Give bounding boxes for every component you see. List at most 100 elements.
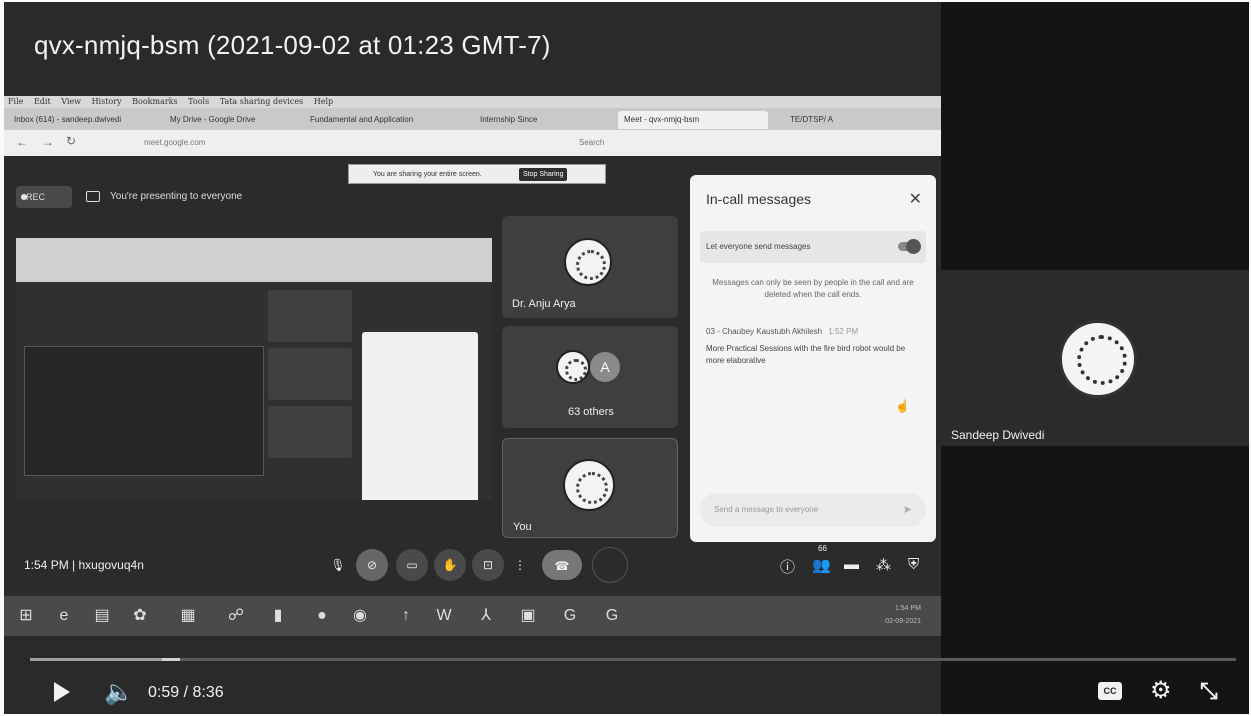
progress-scrubber[interactable] (162, 658, 181, 661)
document-icon: ▮ (273, 607, 283, 624)
chat-icon: ▬ (844, 556, 859, 573)
participant-tile-anju: Dr. Anju Arya (502, 216, 678, 318)
folder-icon: ▤ (94, 607, 110, 624)
meeting-time-code: 1:54 PM | hxugovuq4n (24, 558, 144, 572)
nested-meet-view (16, 282, 492, 500)
exit-fullscreen-icon[interactable]: ⤡ (1200, 678, 1218, 704)
chat-toggle-label: Let everyone send messages (706, 242, 811, 251)
participant-name: Dr. Anju Arya (512, 298, 576, 310)
menu-tools: Tools (188, 97, 210, 106)
university-logo-avatar (563, 459, 615, 511)
progress-bar[interactable] (30, 658, 1236, 661)
chat-message: More Practical Sessions with the fire bi… (706, 344, 906, 365)
participant-avatar (556, 350, 590, 384)
reload-icon: ↻ (66, 134, 77, 148)
settings-gear-icon[interactable]: ⚙ (1150, 676, 1172, 705)
captions-icon: ▭ (396, 549, 428, 581)
university-logo-avatar (564, 238, 612, 286)
participant-name: You (513, 521, 532, 533)
presenting-banner: You're presenting to everyone (80, 186, 300, 208)
windows-taskbar: ⊞ e ▤ ✿ ▦ ☍ ▮ ● ◉ ↑ W ⅄ ▣ G G 1:54 PM 02… (4, 596, 941, 636)
menu-view: View (61, 97, 82, 106)
edge-icon: e (59, 607, 69, 624)
forward-arrow-icon: → (42, 135, 54, 149)
calculator-icon: ▦ (180, 607, 196, 624)
video-player[interactable]: qvx-nmjq-bsm (2021-09-02 at 01:23 GMT-7)… (4, 2, 1249, 714)
windows-start-icon: ⊞ (19, 607, 33, 624)
browser-tab: Internship Since (480, 115, 538, 124)
screen-share-view: qvx-nmjq-bsm (2021-09-02 at 01:23 GMT-7)… (4, 2, 941, 714)
word-icon: W (436, 607, 452, 624)
browser-tab-active: Meet - qvx-nmjq-bsm (618, 111, 768, 129)
chat-sender-name: 03 - Chaubey Kaustubh Akhilesh (706, 327, 823, 336)
firefox-icon: ◉ (353, 607, 367, 624)
nested-participant-tile (268, 348, 352, 400)
present-screen-icon (86, 191, 100, 202)
chat-input-placeholder: Send a message to everyone (714, 505, 819, 514)
presenting-label: You're presenting to everyone (110, 191, 243, 202)
empty-control-ring (592, 547, 628, 583)
close-icon: ✕ (908, 191, 922, 208)
url-host: meet.google.com (144, 138, 206, 147)
player-controls: 🔈 0:59 / 8:36 CC ⚙ ⤡ (4, 642, 1249, 714)
chat-sender-time: 1:52 PM (828, 327, 859, 336)
others-count: 63 others (568, 406, 614, 418)
browser-menubar: File Edit View History Bookmarks Tools T… (4, 96, 941, 108)
menu-edit: Edit (33, 97, 51, 106)
participant-tile-others: A 63 others (502, 326, 678, 428)
speaker-panel: Sandeep Dwivedi (941, 2, 1249, 714)
acrobat-icon: ☍ (227, 607, 245, 624)
google-meet-view: You are sharing your entire screen. Stop… (4, 156, 941, 596)
menu-file: File (8, 97, 24, 106)
browser-tab: Inbox (614) - sandeep.dwivedi (14, 115, 122, 124)
share-notice-text: You are sharing your entire screen. (373, 171, 482, 178)
media-icon: ● (317, 607, 327, 624)
stop-sharing-button: Stop Sharing (519, 168, 568, 181)
volume-icon[interactable]: 🔈 (104, 678, 134, 707)
pdf-icon: ⅄ (481, 607, 491, 624)
leave-call-icon: ☎ (542, 550, 582, 580)
browser-tabbar: Inbox (614) - sandeep.dwivedi My Drive -… (4, 108, 941, 130)
tray-time: 1:54 PM (894, 605, 921, 612)
university-logo (1059, 320, 1137, 398)
pin-icon: ↑ (402, 607, 410, 624)
chat-toggle-switch (898, 239, 921, 254)
browser-tab: TE/DTSP/ A (790, 115, 834, 124)
back-arrow-icon: ← (16, 135, 28, 149)
screen-share-notice: You are sharing your entire screen. Stop… (348, 164, 606, 184)
present-icon: ⊡ (472, 549, 504, 581)
recording-badge: REC (16, 186, 72, 208)
menu-sharing: Tata sharing devices (219, 97, 304, 106)
chat-sender: 03 - Chaubey Kaustubh Akhilesh 1:52 PM (706, 327, 858, 336)
mouse-cursor-icon: ☝ (895, 399, 910, 413)
browser-tab: My Drive - Google Drive (170, 115, 256, 124)
menu-bookmarks: Bookmarks (132, 97, 178, 106)
chat-title: In-call messages (706, 191, 812, 207)
menu-history: History (91, 97, 122, 106)
chat-permission-row: Let everyone send messages (700, 231, 926, 263)
browser-tab: Fundamental and Application (310, 115, 414, 124)
participant-count-badge: 66 (818, 544, 827, 553)
subtitles-button[interactable]: CC (1098, 682, 1122, 700)
chrome-icon: G (605, 607, 619, 624)
browser-search-box: Search (579, 138, 605, 147)
participant-tile-you: You (502, 438, 678, 538)
system-tray: 1:54 PM 02-09-2021 (885, 602, 921, 628)
more-options-icon: ⋮ (514, 558, 526, 572)
participant-initial: A (590, 352, 620, 382)
camera-off-icon: ⊘ (356, 549, 388, 581)
info-icon: ⓘ (780, 559, 796, 576)
tray-date: 02-09-2021 (885, 618, 921, 625)
send-icon: ➤ (902, 504, 912, 516)
presenter-tile: Sandeep Dwivedi (941, 270, 1249, 446)
play-button[interactable] (54, 682, 70, 702)
app-icon: ✿ (133, 607, 147, 624)
presentation-icon: ▣ (520, 607, 536, 624)
nested-browser-chrome (16, 238, 492, 282)
progress-played (30, 658, 172, 661)
meet-control-bar: 1:54 PM | hxugovuq4n 🎙 ⊘ ▭ ✋ ⊡ ⋮ ☎ ⓘ 👥 6… (4, 536, 941, 596)
video-title: qvx-nmjq-bsm (2021-09-02 at 01:23 GMT-7) (34, 30, 551, 60)
menu-help: Help (313, 97, 334, 106)
raise-hand-icon: ✋ (434, 549, 466, 581)
chat-input: Send a message to everyone ➤ (700, 493, 926, 527)
